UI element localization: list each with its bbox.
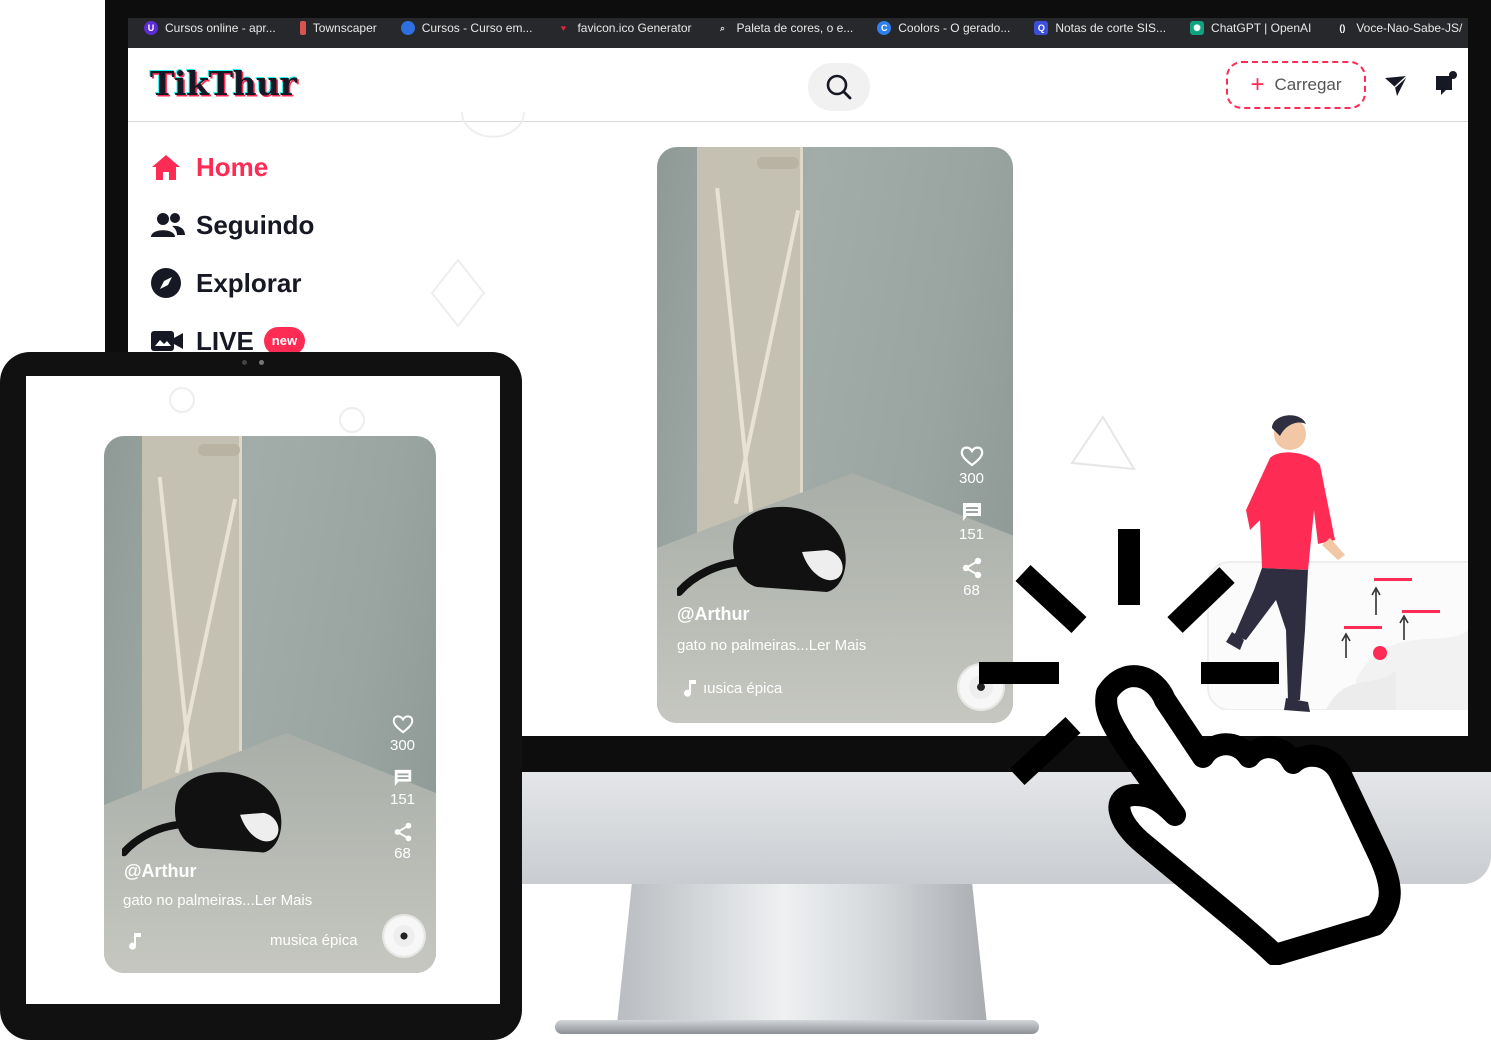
bookmark-item[interactable]: () Voce-Nao-Sabe-JS/	[1335, 20, 1462, 36]
tablet-camera	[242, 360, 247, 365]
sidebar-item-seguindo[interactable]: Seguindo	[150, 196, 450, 254]
cat-image	[677, 506, 846, 596]
monitor-foot	[555, 1020, 1039, 1034]
tablet-camera	[259, 360, 264, 365]
bookmark-favicon-icon: ⌕	[719, 23, 726, 33]
like-count: 300	[390, 737, 416, 754]
bookmark-label: Voce-Nao-Sabe-JS/	[1356, 21, 1463, 35]
background-shape	[1070, 415, 1136, 471]
tablet-video-card[interactable]: 300 151 68 @Arthur gato no palmeiras...L…	[104, 436, 436, 973]
video-music[interactable]: ıusica épica	[683, 679, 782, 697]
promo-mockup: U Cursos online - apr... Townscaper Curso…	[0, 0, 1491, 1053]
inbox-icon[interactable]	[1434, 70, 1458, 96]
new-badge: new	[263, 327, 306, 355]
upload-button[interactable]: + Carregar	[1226, 61, 1366, 109]
music-title: ıusica épica	[703, 679, 783, 697]
music-note-icon	[684, 680, 696, 697]
cat-image	[122, 772, 282, 857]
people-icon	[150, 212, 196, 238]
app-header: TikThur + Carregar	[128, 48, 1468, 122]
plus-icon: +	[1250, 71, 1265, 98]
video-card[interactable]: 300 151 68 @Arthur gato no palmeiras...L…	[657, 147, 1013, 723]
bookmark-favicon-icon	[400, 21, 415, 35]
like-action[interactable]: 300	[390, 714, 415, 754]
heart-icon	[960, 446, 983, 467]
share-icon	[394, 822, 411, 842]
sidebar-item-label: Seguindo	[196, 209, 315, 240]
send-icon[interactable]	[1383, 74, 1409, 98]
live-icon	[150, 328, 196, 354]
click-hand-icon	[979, 529, 1401, 965]
bookmark-favicon-icon: C	[877, 21, 892, 35]
share-action[interactable]: 68	[393, 822, 413, 862]
bookmark-item[interactable]: Q Notas de corte SIS...	[1034, 20, 1166, 36]
bookmark-label: Paleta de cores, o e...	[736, 21, 854, 35]
bookmarks-bar: U Cursos online - apr... Townscaper Curso…	[128, 18, 1468, 48]
bookmark-label: Notas de corte SIS...	[1055, 21, 1167, 35]
music-disc-icon[interactable]	[384, 916, 424, 956]
music-note-icon	[129, 933, 141, 950]
home-icon	[150, 153, 196, 181]
sidebar-nav: Home Seguindo Explorar LIVE new	[150, 138, 450, 370]
monitor-stand	[617, 884, 987, 1024]
video-username[interactable]: @Arthur	[124, 861, 197, 882]
comment-action[interactable]: 151	[390, 768, 415, 808]
bookmark-label: Townscaper	[312, 21, 377, 35]
bookmark-favicon-icon	[299, 21, 306, 35]
sidebar-item-home[interactable]: Home	[150, 138, 450, 196]
like-action[interactable]: 300	[959, 445, 984, 487]
video-username[interactable]: @Arthur	[677, 604, 750, 625]
video-description[interactable]: gato no palmeiras...Ler Mais	[123, 892, 312, 909]
video-description[interactable]: gato no palmeiras...Ler Mais	[677, 637, 866, 654]
background-shape	[169, 387, 195, 413]
search-button[interactable]	[808, 63, 870, 111]
bookmark-item[interactable]: ⌕ Paleta de cores, o e...	[716, 20, 854, 36]
bookmark-item[interactable]: Cursos - Curso em...	[400, 20, 533, 36]
heart-icon	[392, 715, 413, 734]
door-scene	[198, 444, 240, 456]
bookmark-favicon-icon: ()	[1339, 23, 1346, 33]
bookmark-label: Cursos online - apr...	[165, 21, 276, 35]
door-scene	[757, 157, 799, 169]
bookmark-label: Coolors - O gerado...	[898, 21, 1011, 35]
bookmark-favicon-icon: U	[144, 21, 158, 35]
bookmark-item[interactable]: ✺ ChatGPT | OpenAI	[1190, 20, 1311, 36]
comment-icon	[394, 769, 411, 787]
compass-icon	[150, 267, 196, 299]
sidebar-item-explorar[interactable]: Explorar	[150, 254, 450, 312]
upload-label: Carregar	[1274, 75, 1342, 94]
bookmark-label: favicon.ico Generator	[577, 21, 692, 35]
comment-count: 151	[390, 791, 416, 808]
sidebar-item-label: Home	[196, 151, 269, 182]
background-shape	[339, 407, 365, 433]
video-actions: 300 151 68	[390, 714, 415, 876]
bookmark-favicon-icon: ♥	[560, 23, 567, 33]
sidebar-item-label: Explorar	[196, 267, 302, 298]
tablet-screen: 300 151 68 @Arthur gato no palmeiras...L…	[26, 376, 500, 1004]
bookmark-item[interactable]: U Cursos online - apr...	[144, 20, 276, 36]
share-count: 68	[394, 845, 411, 862]
app-logo[interactable]: TikThur	[150, 64, 297, 103]
music-title[interactable]: musica épica	[270, 932, 358, 949]
bookmark-label: ChatGPT | OpenAI	[1211, 21, 1312, 35]
search-icon	[826, 74, 852, 100]
bookmark-item[interactable]: ♥ favicon.ico Generator	[556, 20, 692, 36]
bookmark-label: Cursos - Curso em...	[421, 21, 533, 35]
bookmark-item[interactable]: C Coolors - O gerado...	[877, 20, 1010, 36]
like-count: 300	[959, 470, 985, 487]
bookmark-favicon-icon: ✺	[1190, 21, 1205, 35]
bookmark-item[interactable]: Townscaper	[299, 20, 377, 36]
tablet-device: 300 151 68 @Arthur gato no palmeiras...L…	[0, 352, 522, 1040]
bookmark-favicon-icon: Q	[1034, 21, 1049, 35]
comment-icon	[962, 503, 981, 521]
